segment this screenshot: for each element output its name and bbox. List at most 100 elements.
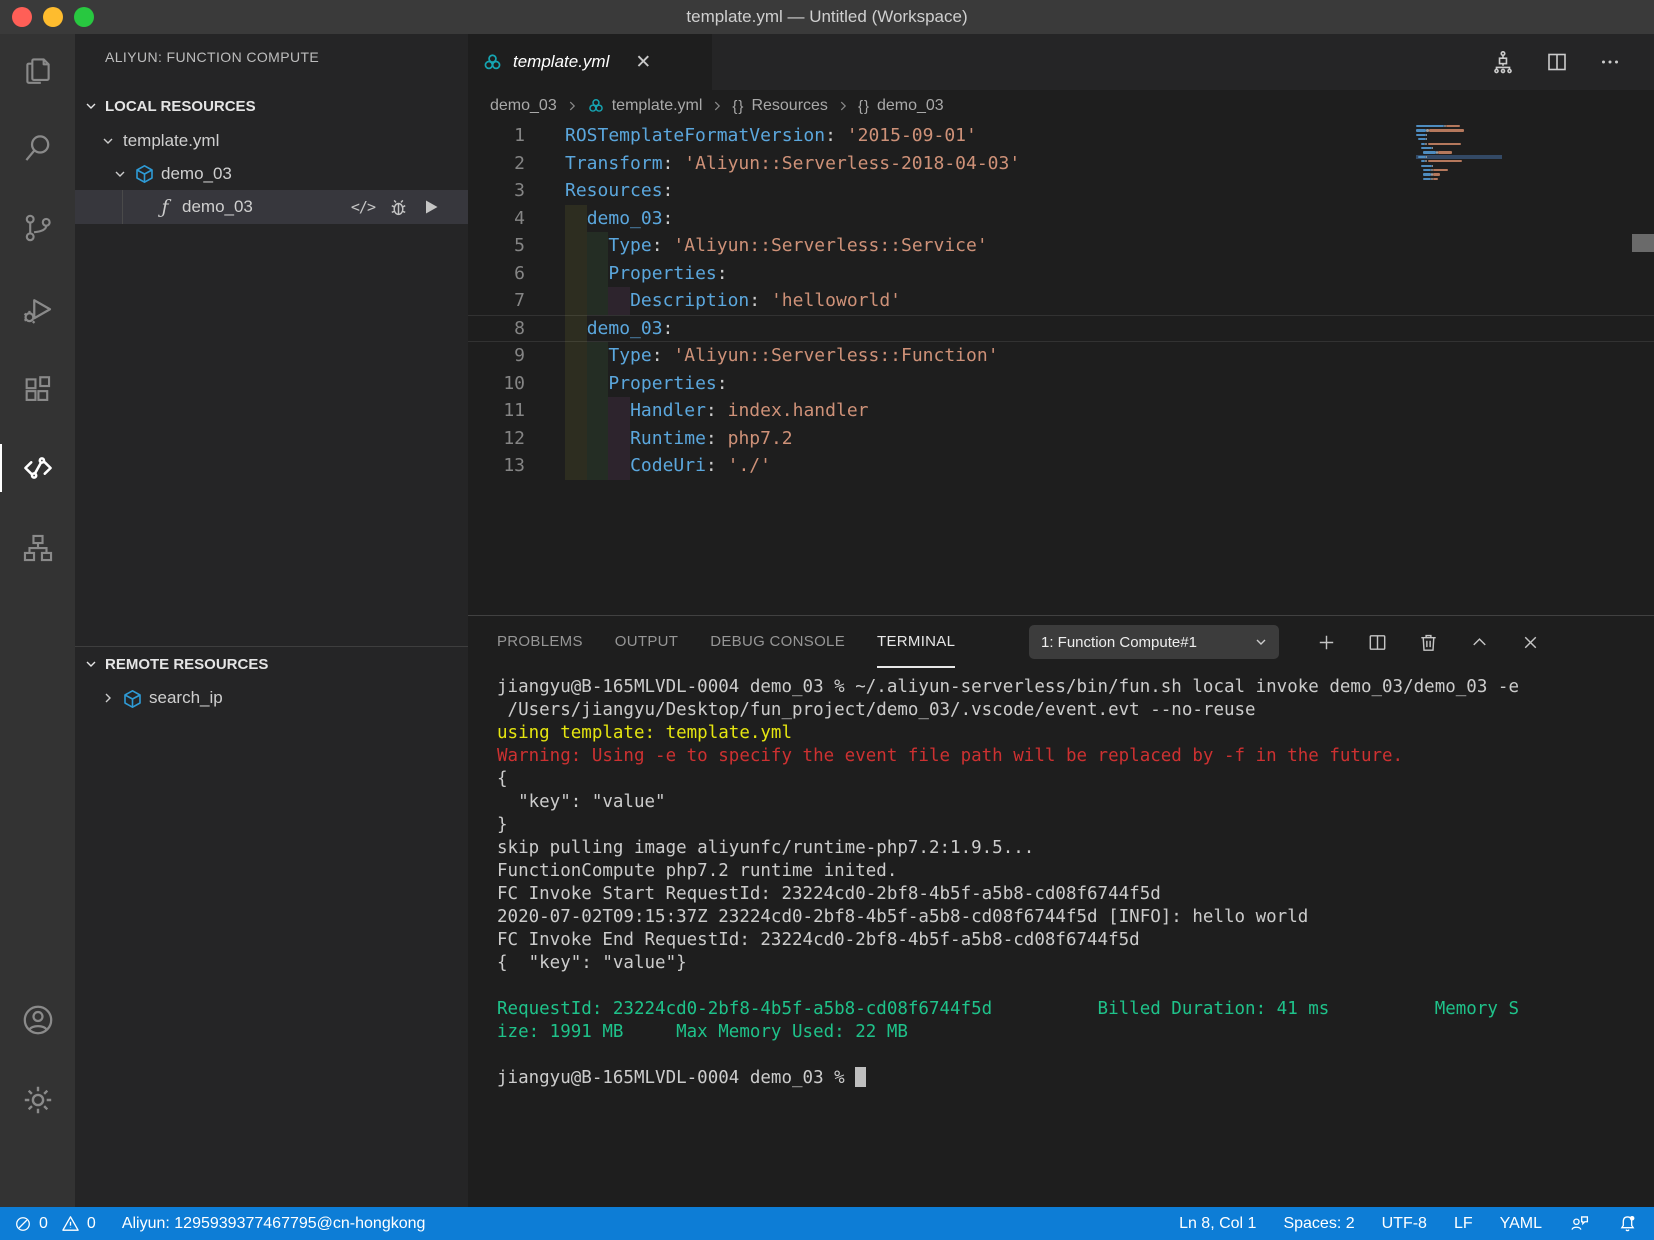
line-number: 4: [514, 207, 525, 229]
panel-tab-debug-console[interactable]: DEBUG CONSOLE: [710, 616, 845, 668]
breadcrumb-item[interactable]: demo_03: [490, 97, 557, 115]
code-line[interactable]: 8 demo_03:: [468, 314, 1654, 342]
settings-gear-icon[interactable]: [0, 1069, 75, 1131]
code-line[interactable]: 5 Type: 'Aliyun::Serverless::Service': [468, 232, 1654, 260]
line-number: 9: [514, 345, 525, 366]
breadcrumb-separator-icon: [710, 99, 724, 113]
code-text: Type: 'Aliyun::Serverless::Service': [608, 235, 988, 256]
terminal-line: }: [497, 815, 508, 835]
code-editor[interactable]: 1 ROSTemplateFormatVersion: '2015-09-01' 2…: [468, 122, 1654, 615]
gutter-gap: [525, 370, 565, 398]
run-play-icon[interactable]: [422, 198, 440, 216]
service-cube-icon: [123, 689, 142, 708]
terminal-line: using template: template.yml: [497, 723, 793, 743]
panel-tab-output[interactable]: OUTPUT: [615, 616, 678, 668]
minimap-line: [1416, 125, 1444, 128]
accounts-icon[interactable]: [0, 989, 75, 1051]
search-icon[interactable]: [0, 117, 75, 179]
indent-guide: [565, 342, 587, 370]
breadcrumb-item[interactable]: {} demo_03: [858, 97, 944, 115]
terminal-selector-dropdown[interactable]: 1: Function Compute#1: [1029, 625, 1279, 659]
split-terminal-icon[interactable]: [1366, 631, 1389, 654]
indent-guide: [565, 259, 587, 287]
line-number: 2: [514, 152, 525, 174]
code-line[interactable]: 9 Type: 'Aliyun::Serverless::Function': [468, 342, 1654, 370]
minimap-line: [1427, 142, 1461, 145]
line-number: 13: [503, 455, 525, 476]
panel-tab-problems[interactable]: PROBLEMS: [497, 616, 583, 668]
minimap-line: [1445, 125, 1460, 128]
close-window-button[interactable]: [12, 7, 32, 27]
kill-terminal-trash-icon[interactable]: [1417, 631, 1440, 654]
eol-status[interactable]: LF: [1454, 1215, 1473, 1233]
source-control-icon[interactable]: [0, 197, 75, 259]
code-line[interactable]: 6 Properties:: [468, 259, 1654, 287]
zoom-window-button[interactable]: [74, 7, 94, 27]
panel-header: PROBLEMS OUTPUT DEBUG CONSOLE TERMINAL 1: F…: [468, 616, 1654, 668]
code-line[interactable]: 10 Properties:: [468, 369, 1654, 398]
section-local-resources[interactable]: LOCAL RESOURCES: [75, 88, 468, 124]
tab-close-icon[interactable]: ✕: [635, 53, 651, 72]
gutter-gap: [525, 232, 565, 260]
minimap-line: [1418, 138, 1427, 141]
code-line[interactable]: 7 Description: 'helloworld': [468, 287, 1654, 315]
minimap-line: [1426, 138, 1428, 141]
code-line[interactable]: 13 CodeUri: './': [468, 452, 1654, 480]
chevron-down-icon: [1253, 634, 1269, 650]
line-number: 1: [514, 125, 525, 146]
chevron-right-icon: [100, 690, 116, 706]
terminal-line: FC Invoke Start RequestId: 23224cd0-2bf8…: [497, 884, 1161, 904]
tree-item-template-yml[interactable]: template.yml: [75, 124, 468, 157]
terminal-output[interactable]: jiangyu@B-165MLVDL-0004 demo_03 % ~/.ali…: [468, 668, 1654, 1207]
editor-scrollbar-thumb[interactable]: [1632, 234, 1654, 252]
language-mode-status[interactable]: YAML: [1500, 1215, 1542, 1233]
indentation-status[interactable]: Spaces: 2: [1283, 1215, 1354, 1233]
terminal-line: jiangyu@B-165MLVDL-0004 demo_03 % ~/.ali…: [497, 677, 1519, 697]
indent-guide: [565, 314, 587, 342]
local-invoke-code-icon[interactable]: </>: [351, 198, 376, 216]
resource-hierarchy-icon[interactable]: [0, 517, 75, 579]
breadcrumb-item[interactable]: {} Resources: [732, 97, 828, 115]
deploy-hierarchy-icon[interactable]: [1490, 49, 1516, 75]
close-panel-icon[interactable]: [1519, 631, 1542, 654]
problems-status[interactable]: 0 0: [14, 1214, 96, 1233]
breadcrumb-separator-icon: [565, 99, 579, 113]
tab-template-yml[interactable]: template.yml ✕: [468, 34, 712, 90]
code-text: CodeUri: './': [630, 455, 771, 476]
notifications-bell-icon[interactable]: [1617, 1213, 1638, 1234]
cursor-position-status[interactable]: Ln 8, Col 1: [1179, 1215, 1256, 1233]
terminal-line: 2020-07-02T09:15:37Z 23224cd0-2bf8-4b5f-…: [497, 907, 1309, 927]
tree-item-function-demo03-selected[interactable]: ƒ demo_03 </>: [75, 190, 468, 224]
indent-guide: [586, 452, 609, 480]
code-text: demo_03:: [586, 207, 674, 229]
breadcrumb-label: template.yml: [611, 97, 703, 114]
aliyun-account-status[interactable]: Aliyun: 1295939377467795@cn-hongkong: [122, 1215, 426, 1233]
tree-item-service-demo03[interactable]: demo_03: [75, 157, 468, 190]
run-debug-icon[interactable]: [0, 279, 75, 341]
minimap-line: [1432, 147, 1434, 150]
indent-guide: [586, 369, 609, 397]
code-text: Properties:: [608, 372, 728, 394]
minimap-line: [1418, 155, 1427, 158]
minimize-window-button[interactable]: [43, 7, 63, 27]
new-terminal-icon[interactable]: [1315, 631, 1338, 654]
breadcrumb-item[interactable]: template.yml: [587, 97, 703, 115]
encoding-status[interactable]: UTF-8: [1382, 1215, 1427, 1233]
code-line[interactable]: 4 demo_03:: [468, 204, 1654, 232]
tree-item-search-ip[interactable]: search_ip: [75, 681, 468, 715]
aliyun-function-compute-icon[interactable]: [0, 437, 75, 499]
panel-tab-terminal[interactable]: TERMINAL: [877, 616, 956, 668]
split-editor-icon[interactable]: [1545, 50, 1569, 74]
more-actions-icon[interactable]: [1598, 50, 1622, 74]
maximize-panel-chevron-up-icon[interactable]: [1468, 631, 1491, 654]
minimap-line: [1428, 129, 1465, 132]
minimap[interactable]: [1416, 125, 1502, 187]
extensions-icon[interactable]: [0, 359, 75, 421]
debug-bug-icon[interactable]: [388, 197, 409, 218]
code-line[interactable]: 11 Handler: index.handler: [468, 397, 1654, 425]
minimap-line: [1426, 133, 1428, 136]
section-remote-resources[interactable]: REMOTE RESOURCES: [75, 647, 468, 681]
explorer-icon[interactable]: [0, 39, 75, 101]
feedback-icon[interactable]: [1569, 1213, 1590, 1234]
code-line[interactable]: 12 Runtime: php7.2: [468, 424, 1654, 452]
